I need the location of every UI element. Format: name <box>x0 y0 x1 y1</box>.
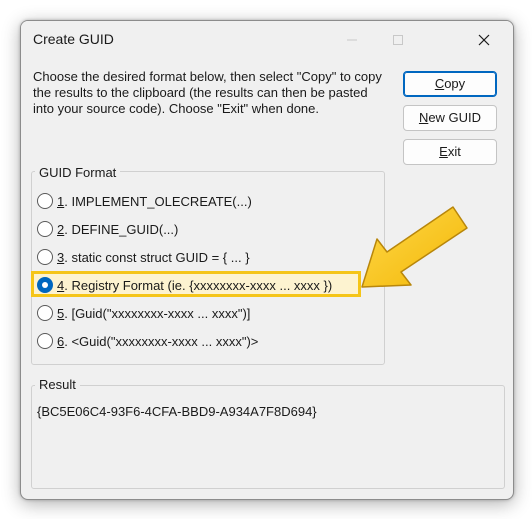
radio-label: 1. IMPLEMENT_OLECREATE(...) <box>57 194 252 209</box>
radio-label: 5. [Guid("xxxxxxxx-xxxx ... xxxx")] <box>57 306 251 321</box>
exit-label: xit <box>447 144 461 159</box>
close-button[interactable] <box>461 21 507 59</box>
exit-mnemonic: E <box>439 144 448 159</box>
radio-button[interactable] <box>37 221 53 237</box>
window-title: Create GUID <box>33 31 114 47</box>
minimize-icon <box>347 39 357 41</box>
radio-button-selected[interactable] <box>37 277 53 293</box>
exit-button[interactable]: Exit <box>403 139 497 165</box>
maximize-button[interactable] <box>375 21 421 59</box>
radio-button[interactable] <box>37 193 53 209</box>
guid-format-label: GUID Format <box>35 165 121 180</box>
radio-label: 4. Registry Format (ie. {xxxxxxxx-xxxx .… <box>57 278 333 293</box>
copy-mnemonic: C <box>434 76 445 91</box>
instructions-text: Choose the desired format below, then se… <box>33 69 382 116</box>
radio-label: 3. static const struct GUID = { ... } <box>57 250 250 265</box>
radio-button[interactable] <box>37 249 53 265</box>
new-guid-mnemonic: N <box>418 110 429 125</box>
title-bar: Create GUID <box>21 21 513 59</box>
copy-button[interactable]: Copy <box>403 71 497 97</box>
radio-label: 2. DEFINE_GUID(...) <box>57 222 179 237</box>
result-label: Result <box>35 377 80 392</box>
result-group <box>31 385 505 489</box>
create-guid-dialog: Create GUID Choose the desired format be… <box>20 20 514 500</box>
close-icon <box>478 34 490 46</box>
minimize-button[interactable] <box>329 21 375 59</box>
radio-label: 6. <Guid("xxxxxxxx-xxxx ... xxxx")> <box>57 334 259 349</box>
new-guid-button[interactable]: New GUID <box>403 105 497 131</box>
radio-button[interactable] <box>37 305 53 321</box>
copy-label: opy <box>444 76 466 91</box>
radio-button[interactable] <box>37 333 53 349</box>
maximize-icon <box>393 35 403 45</box>
new-guid-label: ew GUID <box>428 110 482 125</box>
result-value: {BC5E06C4-93F6-4CFA-BBD9-A934A7F8D694} <box>37 404 317 419</box>
